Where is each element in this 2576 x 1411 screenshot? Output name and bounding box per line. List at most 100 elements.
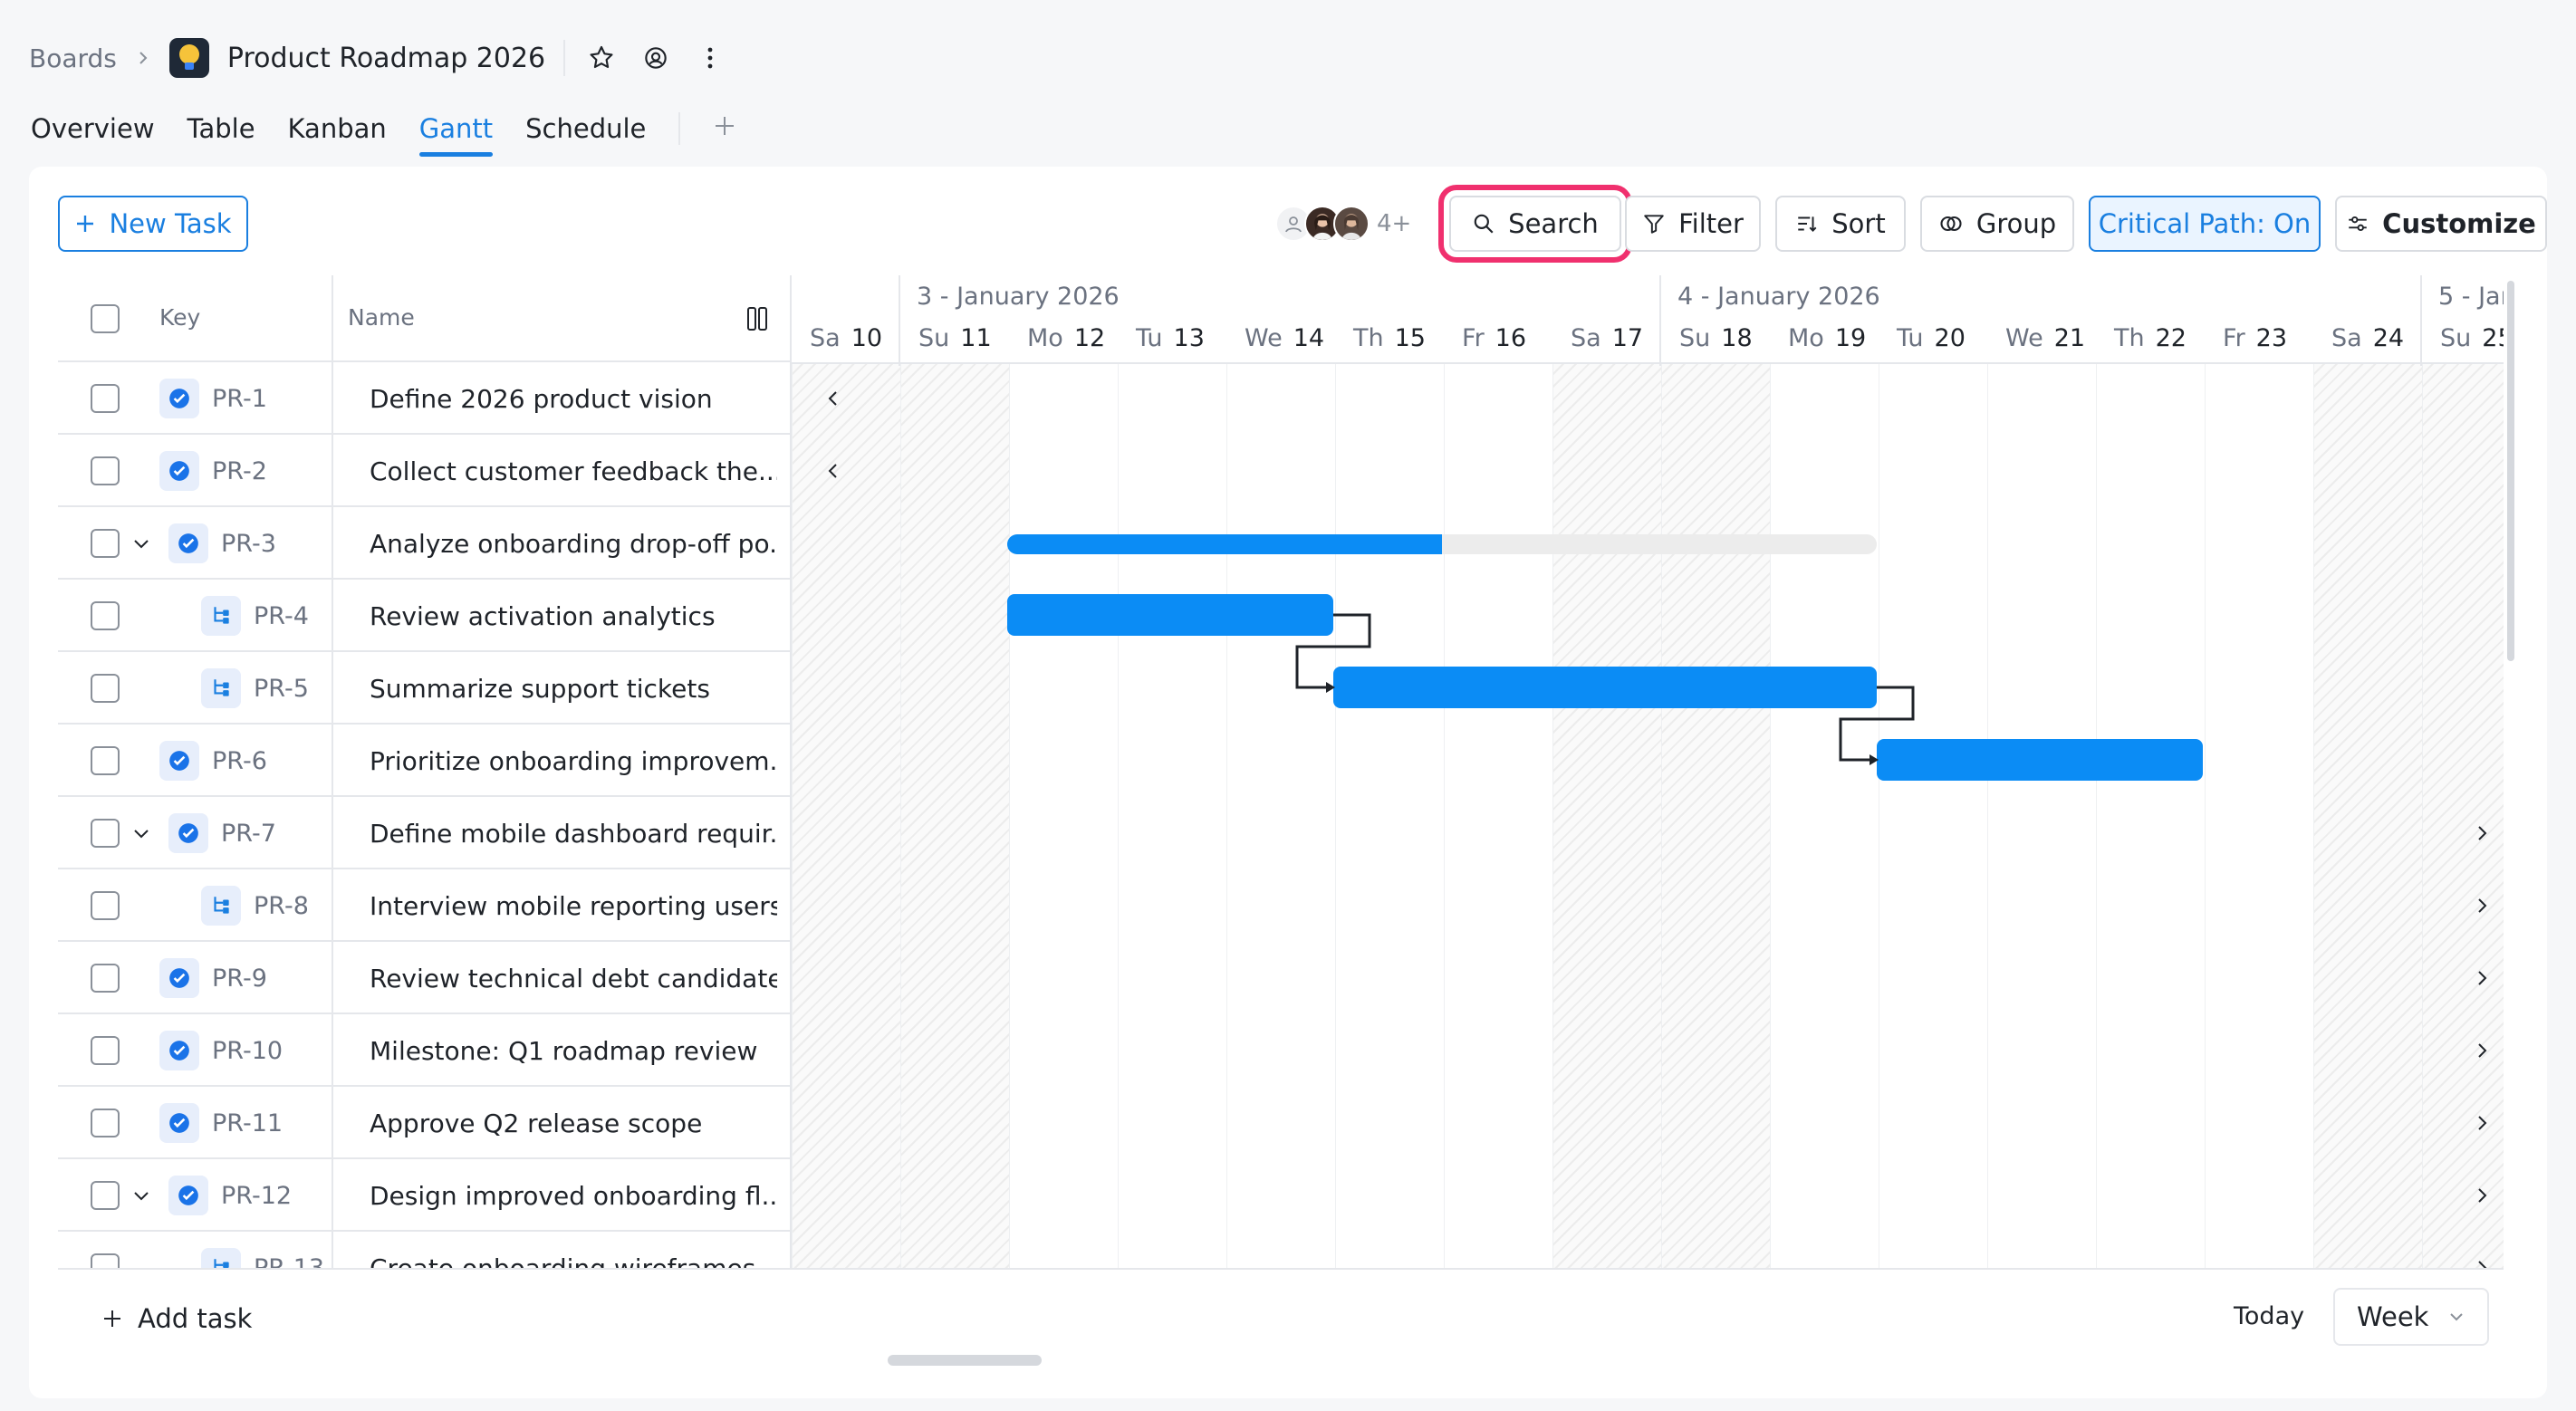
task-name[interactable]: Review technical debt candidates [370,942,777,1014]
task-name[interactable]: Interview mobile reporting users [370,869,777,942]
task-name[interactable]: Approve Q2 release scope [370,1087,777,1159]
task-name[interactable]: Summarize support tickets [370,652,777,725]
table-row[interactable]: PR-13 Create onboarding wireframes [58,1232,790,1268]
vertical-scrollbar[interactable] [2507,281,2514,661]
row-checkbox[interactable] [91,456,120,485]
sort-label: Sort [1831,208,1886,239]
tab-kanban[interactable]: Kanban [288,113,387,153]
scroll-to-bar-right-icon[interactable] [2464,960,2500,996]
add-task-label: Add task [138,1303,253,1334]
expand-chevron-icon[interactable] [130,533,152,554]
task-key: PR-6 [159,725,267,797]
search-button[interactable]: Search [1438,185,1632,263]
scroll-to-bar-right-icon[interactable] [2464,1032,2500,1069]
row-checkbox[interactable] [91,891,120,920]
tab-schedule[interactable]: Schedule [525,113,646,153]
task-name[interactable]: Milestone: Q1 roadmap review [370,1014,777,1087]
filter-button[interactable]: Filter [1625,196,1761,252]
task-key-label: PR-4 [254,601,309,630]
row-checkbox[interactable] [91,674,120,703]
subtask-icon [201,596,241,636]
breadcrumb-boards[interactable]: Boards [29,43,117,73]
task-key-label: PR-8 [254,891,309,920]
tab-table[interactable]: Table [187,113,255,153]
table-row[interactable]: PR-5 Summarize support tickets [58,652,790,725]
new-task-button[interactable]: New Task [58,196,248,252]
task-name[interactable]: Review activation analytics [370,580,777,652]
board-logo-lightbulb-icon [168,38,209,78]
add-view-plus-icon[interactable] [713,113,736,144]
tab-overview[interactable]: Overview [31,113,155,153]
column-toggle-icon[interactable] [746,306,768,337]
row-checkbox[interactable] [91,1109,120,1137]
expand-chevron-icon[interactable] [130,1185,152,1206]
gantt-timeline: 3 - January 2026 4 - January 2026 5 - Ja… [790,275,2504,1268]
table-row[interactable]: PR-12 Design improved onboarding fl... [58,1159,790,1232]
horizontal-scrollbar[interactable] [888,1355,1042,1366]
task-key-label: PR-1 [212,384,267,413]
watch-icon[interactable] [638,40,674,76]
task-name[interactable]: Create onboarding wireframes [370,1232,777,1269]
row-checkbox[interactable] [91,1036,120,1065]
task-key-label: PR-9 [212,964,267,993]
table-row[interactable]: PR-6 Prioritize onboarding improvem... [58,725,790,797]
task-name[interactable]: Define mobile dashboard requir... [370,797,777,869]
favorite-star-icon[interactable] [583,40,620,76]
task-key: PR-8 [201,869,309,942]
group-label: Group [1975,208,2057,239]
scroll-to-bar-left-icon[interactable] [815,453,851,489]
table-row[interactable]: PR-2 Collect customer feedback the... [58,435,790,507]
expand-chevron-icon[interactable] [130,822,152,844]
tab-gantt[interactable]: Gantt [418,113,494,157]
task-key-label: PR-10 [212,1036,284,1065]
select-all-checkbox[interactable] [91,304,120,333]
scroll-to-bar-right-icon[interactable] [2464,1177,2500,1214]
task-name[interactable]: Design improved onboarding fl... [370,1159,777,1232]
critical-path-label: Critical Path: On [2098,208,2312,239]
footer-divider [58,1268,2504,1270]
critical-path-toggle[interactable]: Critical Path: On [2089,196,2321,252]
row-checkbox[interactable] [91,746,120,775]
gantt-grid: Key Name PR-1 Define 2026 product vision P… [58,275,2504,1268]
table-row[interactable]: PR-10 Milestone: Q1 roadmap review [58,1014,790,1087]
table-row[interactable]: PR-8 Interview mobile reporting users [58,869,790,942]
dependency-arrow-head [1870,754,1879,765]
dependency-arrow-head [1326,682,1335,693]
row-checkbox[interactable] [91,1181,120,1210]
row-checkbox[interactable] [91,601,120,630]
today-button[interactable]: Today [2234,1302,2304,1330]
row-checkbox[interactable] [91,1253,120,1268]
add-task-button[interactable]: Add task [101,1299,252,1339]
scroll-to-bar-right-icon[interactable] [2464,815,2500,851]
row-checkbox[interactable] [91,819,120,848]
more-menu-icon[interactable] [692,40,728,76]
scroll-to-bar-left-icon[interactable] [815,380,851,417]
table-row[interactable]: PR-7 Define mobile dashboard requir... [58,797,790,869]
table-row[interactable]: PR-1 Define 2026 product vision [58,362,790,435]
scroll-to-bar-right-icon[interactable] [2464,1250,2500,1268]
task-name[interactable]: Define 2026 product vision [370,362,777,435]
task-check-icon [168,1176,208,1215]
row-checkbox[interactable] [91,964,120,993]
top-header: Boards Product Roadmap 2026 Overview Tab… [0,0,2576,172]
scroll-to-bar-right-icon[interactable] [2464,1105,2500,1141]
task-key-label: PR-12 [221,1181,293,1210]
dependency-arrow [1295,613,1371,689]
assignee-avatars[interactable]: 4+ [1275,196,1411,252]
sort-button[interactable]: Sort [1775,196,1906,252]
plus-icon [104,1310,120,1327]
group-button[interactable]: Group [1920,196,2074,252]
task-name[interactable]: Analyze onboarding drop-off po... [370,507,777,580]
table-row[interactable]: PR-4 Review activation analytics [58,580,790,652]
table-row[interactable]: PR-3 Analyze onboarding drop-off po... [58,507,790,580]
view-scale-select[interactable]: Week [2333,1288,2489,1346]
table-row[interactable]: PR-9 Review technical debt candidates [58,942,790,1014]
new-task-label: New Task [109,208,232,239]
task-name[interactable]: Prioritize onboarding improvem... [370,725,777,797]
row-checkbox[interactable] [91,384,120,413]
scroll-to-bar-right-icon[interactable] [2464,888,2500,924]
task-name[interactable]: Collect customer feedback the... [370,435,777,507]
customize-button[interactable]: Customize [2335,196,2547,252]
table-row[interactable]: PR-11 Approve Q2 release scope [58,1087,790,1159]
row-checkbox[interactable] [91,529,120,558]
